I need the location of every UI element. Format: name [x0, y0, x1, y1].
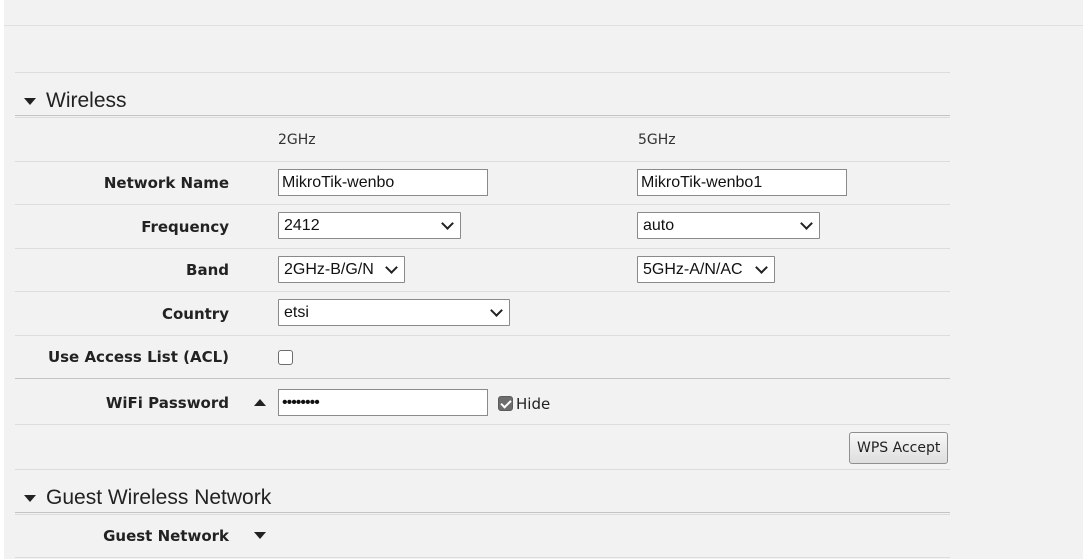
- frequency-5ghz-value: auto: [643, 216, 675, 234]
- wireless-section-header[interactable]: Wireless: [24, 89, 127, 113]
- acl-label: Use Access List (ACL): [47, 348, 229, 366]
- collapse-toggle[interactable]: [254, 399, 266, 406]
- caret-down-icon: [24, 97, 36, 105]
- divider: [15, 248, 950, 249]
- caret-up-icon: [254, 399, 266, 406]
- hide-password-label: Hide: [516, 395, 551, 413]
- column-head-2ghz: 2GHz: [278, 132, 316, 148]
- column-head-5ghz: 5GHz: [638, 132, 676, 148]
- wifi-password-input[interactable]: [278, 389, 488, 416]
- top-divider: [4, 25, 1083, 26]
- page-left-edge: [0, 0, 4, 559]
- divider: [15, 72, 950, 73]
- chevron-down-icon: [800, 216, 813, 230]
- band-5ghz-value: 5GHz-A/N/AC: [643, 260, 743, 278]
- divider: [15, 424, 950, 425]
- guest-section-title: Guest Wireless Network: [46, 486, 272, 509]
- divider: [15, 204, 950, 205]
- network-name-label: Network Name: [103, 174, 229, 192]
- hide-password-checkbox[interactable]: [498, 396, 513, 411]
- caret-down-icon: [254, 532, 266, 539]
- divider: [15, 378, 950, 379]
- divider: [15, 469, 950, 470]
- band-5ghz-select[interactable]: 5GHz-A/N/AC: [637, 256, 775, 283]
- network-name-2ghz-input[interactable]: [278, 169, 488, 196]
- guest-section-header[interactable]: Guest Wireless Network: [24, 486, 271, 510]
- wps-accept-button[interactable]: WPS Accept: [849, 432, 949, 464]
- guest-network-label: Guest Network: [103, 527, 229, 545]
- guest-network-expand-toggle[interactable]: [254, 532, 266, 539]
- divider: [15, 117, 950, 118]
- band-2ghz-select[interactable]: 2GHz-B/G/N: [278, 256, 405, 283]
- divider: [15, 512, 950, 513]
- divider: [15, 557, 950, 558]
- frequency-2ghz-select[interactable]: 2412: [278, 212, 461, 239]
- chevron-down-icon: [385, 260, 398, 274]
- chevron-down-icon: [755, 260, 768, 274]
- country-value: etsi: [284, 303, 309, 321]
- divider: [15, 514, 950, 515]
- wifi-password-label: WiFi Password: [105, 394, 229, 412]
- caret-down-icon: [24, 494, 36, 502]
- band-label: Band: [186, 261, 229, 279]
- frequency-5ghz-select[interactable]: auto: [637, 212, 820, 239]
- divider: [15, 335, 950, 336]
- divider: [15, 115, 950, 116]
- country-select[interactable]: etsi: [278, 299, 510, 326]
- acl-checkbox[interactable]: [278, 350, 293, 365]
- frequency-label: Frequency: [141, 218, 229, 236]
- chevron-down-icon: [490, 303, 503, 317]
- divider: [15, 291, 950, 292]
- frequency-2ghz-value: 2412: [284, 216, 320, 234]
- band-2ghz-value: 2GHz-B/G/N: [284, 260, 374, 278]
- wireless-section-title: Wireless: [46, 89, 127, 112]
- network-name-5ghz-input[interactable]: [637, 169, 847, 196]
- chevron-down-icon: [441, 216, 454, 230]
- country-label: Country: [161, 305, 229, 323]
- divider: [15, 161, 950, 162]
